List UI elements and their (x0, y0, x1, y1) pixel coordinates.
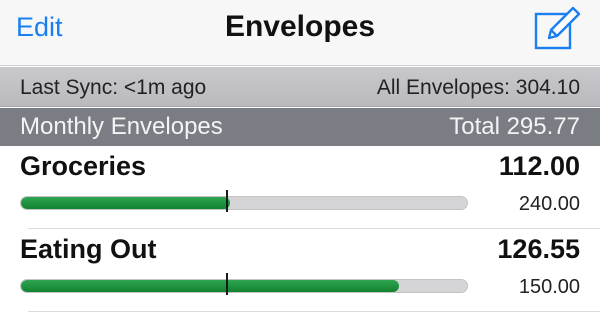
all-envelopes-total: All Envelopes: 304.10 (376, 76, 580, 99)
envelope-budget: 150.00 (518, 276, 580, 298)
envelope-amount: 112.00 (498, 151, 580, 181)
sync-status-bar: Last Sync: <1m ago All Envelopes: 304.10 (0, 67, 600, 107)
compose-icon[interactable] (527, 2, 583, 54)
navigation-bar: Edit Envelopes (0, 0, 600, 66)
row-divider (28, 311, 600, 312)
envelope-budget: 240.00 (518, 193, 580, 215)
last-sync-text: Last Sync: <1m ago (20, 76, 207, 99)
section-title: Monthly Envelopes (20, 113, 223, 140)
section-total: Total 295.77 (449, 113, 580, 140)
envelope-name: Groceries (20, 151, 147, 181)
envelope-progress-bar (20, 190, 468, 215)
progress-track (20, 196, 468, 210)
progress-marker (226, 190, 228, 212)
envelope-amount: 126.55 (497, 234, 580, 264)
envelope-name: Eating Out (20, 234, 157, 264)
envelope-progress-bar (20, 273, 468, 298)
progress-fill (21, 197, 230, 209)
progress-marker (226, 273, 228, 295)
page-title: Envelopes (224, 10, 376, 43)
section-header: Monthly Envelopes Total 295.77 (0, 108, 600, 146)
progress-fill (21, 280, 399, 292)
envelope-row-eating-out[interactable]: Eating Out 126.55 150.00 (0, 229, 600, 311)
envelope-row-groceries[interactable]: Groceries 112.00 240.00 (0, 146, 600, 228)
progress-track (20, 279, 468, 293)
